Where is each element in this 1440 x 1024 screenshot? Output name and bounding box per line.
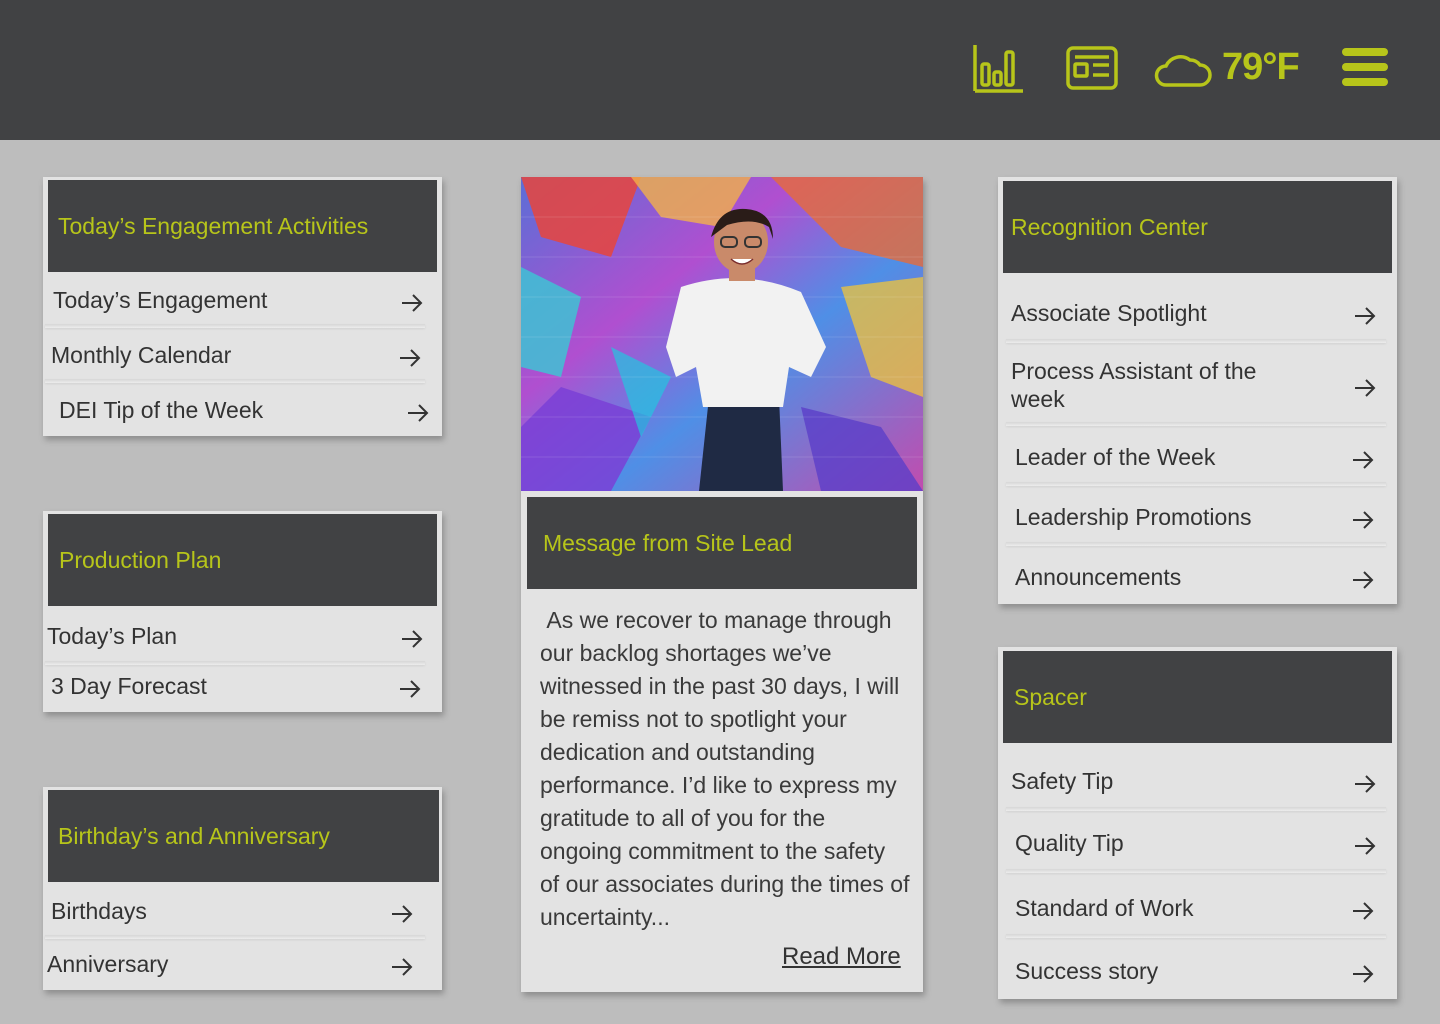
card-title: Spacer bbox=[1014, 683, 1087, 710]
divider bbox=[1006, 339, 1386, 343]
cloud-icon bbox=[1152, 48, 1212, 88]
list-item[interactable]: Standard of Work bbox=[1015, 890, 1374, 926]
list-item-label: Today’s Plan bbox=[47, 622, 177, 649]
arrow-right-icon bbox=[391, 902, 413, 923]
list-item-label: Birthdays bbox=[51, 897, 147, 924]
recognition-center-card: Recognition Center Associate Spotlight P… bbox=[998, 177, 1397, 604]
arrow-right-icon bbox=[391, 955, 413, 976]
divider bbox=[45, 324, 425, 328]
engagement-card: Today’s Engagement Activities Today’s En… bbox=[43, 177, 442, 436]
card-title: Message from Site Lead bbox=[543, 529, 793, 556]
list-item-label: Associate Spotlight bbox=[1011, 299, 1207, 326]
arrow-right-icon bbox=[1352, 448, 1374, 469]
arrow-right-icon bbox=[407, 401, 429, 422]
arrow-right-icon bbox=[1352, 508, 1374, 529]
list-item-label: Today’s Engagement bbox=[53, 286, 268, 313]
site-lead-photo bbox=[521, 177, 923, 491]
temperature-readout: 79°F bbox=[1222, 46, 1300, 88]
card-title: Birthday’s and Anniversary bbox=[58, 822, 330, 849]
card-title: Today’s Engagement Activities bbox=[58, 212, 369, 239]
top-bar: 79°F bbox=[0, 0, 1440, 140]
arrow-right-icon bbox=[401, 627, 423, 648]
divider bbox=[1006, 934, 1386, 938]
card-header: Today’s Engagement Activities bbox=[48, 180, 437, 272]
list-item[interactable]: Process Assistant of the week bbox=[1011, 357, 1376, 413]
divider bbox=[1006, 869, 1386, 873]
message-card-header: Message from Site Lead bbox=[527, 497, 917, 589]
read-more-link[interactable]: Read More bbox=[782, 943, 901, 971]
list-item[interactable]: Success story bbox=[1015, 953, 1374, 989]
list-item[interactable]: Quality Tip bbox=[1015, 825, 1376, 861]
list-item-label: DEI Tip of the Week bbox=[59, 396, 264, 423]
card-header: Recognition Center bbox=[1003, 181, 1392, 273]
divider bbox=[45, 935, 425, 939]
card-title: Production Plan bbox=[59, 546, 222, 573]
spacer-card: Spacer Safety Tip Quality Tip Standard o… bbox=[998, 647, 1397, 999]
divider bbox=[1006, 807, 1386, 811]
newspaper-icon[interactable] bbox=[1066, 46, 1118, 90]
arrow-right-icon bbox=[1354, 772, 1376, 793]
list-item-label: Leader of the Week bbox=[1015, 443, 1216, 470]
divider bbox=[1006, 542, 1386, 546]
list-item-label: Success story bbox=[1015, 957, 1159, 984]
arrow-right-icon bbox=[1354, 834, 1376, 855]
arrow-right-icon bbox=[1354, 376, 1376, 397]
list-item-label: Monthly Calendar bbox=[51, 341, 232, 368]
list-item[interactable]: Birthdays bbox=[51, 893, 413, 929]
list-item[interactable]: Leadership Promotions bbox=[1015, 499, 1374, 535]
list-item[interactable]: Associate Spotlight bbox=[1011, 295, 1376, 331]
message-text: As we recover to manage through our back… bbox=[540, 607, 910, 930]
arrow-right-icon bbox=[401, 291, 423, 312]
arrow-right-icon bbox=[1352, 568, 1374, 589]
divider bbox=[45, 379, 425, 383]
arrow-right-icon bbox=[1352, 962, 1374, 983]
list-item-label: Announcements bbox=[1015, 563, 1182, 590]
arrow-right-icon bbox=[1352, 899, 1374, 920]
list-item-label: Leadership Promotions bbox=[1015, 503, 1252, 530]
list-item-label: Process Assistant of the week bbox=[1011, 358, 1257, 412]
arrow-right-icon bbox=[399, 677, 421, 698]
birthday-card: Birthday’s and Anniversary Birthdays Ann… bbox=[43, 787, 442, 990]
list-item-label: Quality Tip bbox=[1015, 829, 1124, 856]
menu-icon[interactable] bbox=[1342, 48, 1388, 86]
list-item[interactable]: Anniversary bbox=[47, 946, 413, 982]
bar-chart-icon[interactable] bbox=[972, 42, 1024, 94]
list-item-label: 3 Day Forecast bbox=[51, 672, 207, 699]
list-item[interactable]: Monthly Calendar bbox=[51, 337, 421, 373]
list-item-label: Standard of Work bbox=[1015, 894, 1194, 921]
card-header: Production Plan bbox=[48, 514, 437, 606]
list-item[interactable]: Today’s Plan bbox=[47, 618, 423, 654]
list-item[interactable]: 3 Day Forecast bbox=[51, 668, 421, 704]
list-item[interactable]: DEI Tip of the Week bbox=[59, 392, 429, 428]
list-item[interactable]: Announcements bbox=[1015, 559, 1374, 595]
arrow-right-icon bbox=[1354, 304, 1376, 325]
list-item-label: Anniversary bbox=[47, 950, 169, 977]
card-title: Recognition Center bbox=[1011, 213, 1208, 240]
card-header: Birthday’s and Anniversary bbox=[48, 790, 439, 882]
list-item[interactable]: Leader of the Week bbox=[1015, 439, 1374, 475]
divider bbox=[45, 661, 425, 665]
arrow-right-icon bbox=[399, 346, 421, 367]
list-item-label: Safety Tip bbox=[1011, 767, 1114, 794]
divider bbox=[1006, 422, 1386, 426]
list-item[interactable]: Safety Tip bbox=[1011, 763, 1376, 799]
list-item[interactable]: Today’s Engagement bbox=[53, 282, 423, 318]
production-plan-card: Production Plan Today’s Plan 3 Day Forec… bbox=[43, 511, 442, 712]
card-header: Spacer bbox=[1003, 651, 1392, 743]
divider bbox=[1006, 482, 1386, 486]
